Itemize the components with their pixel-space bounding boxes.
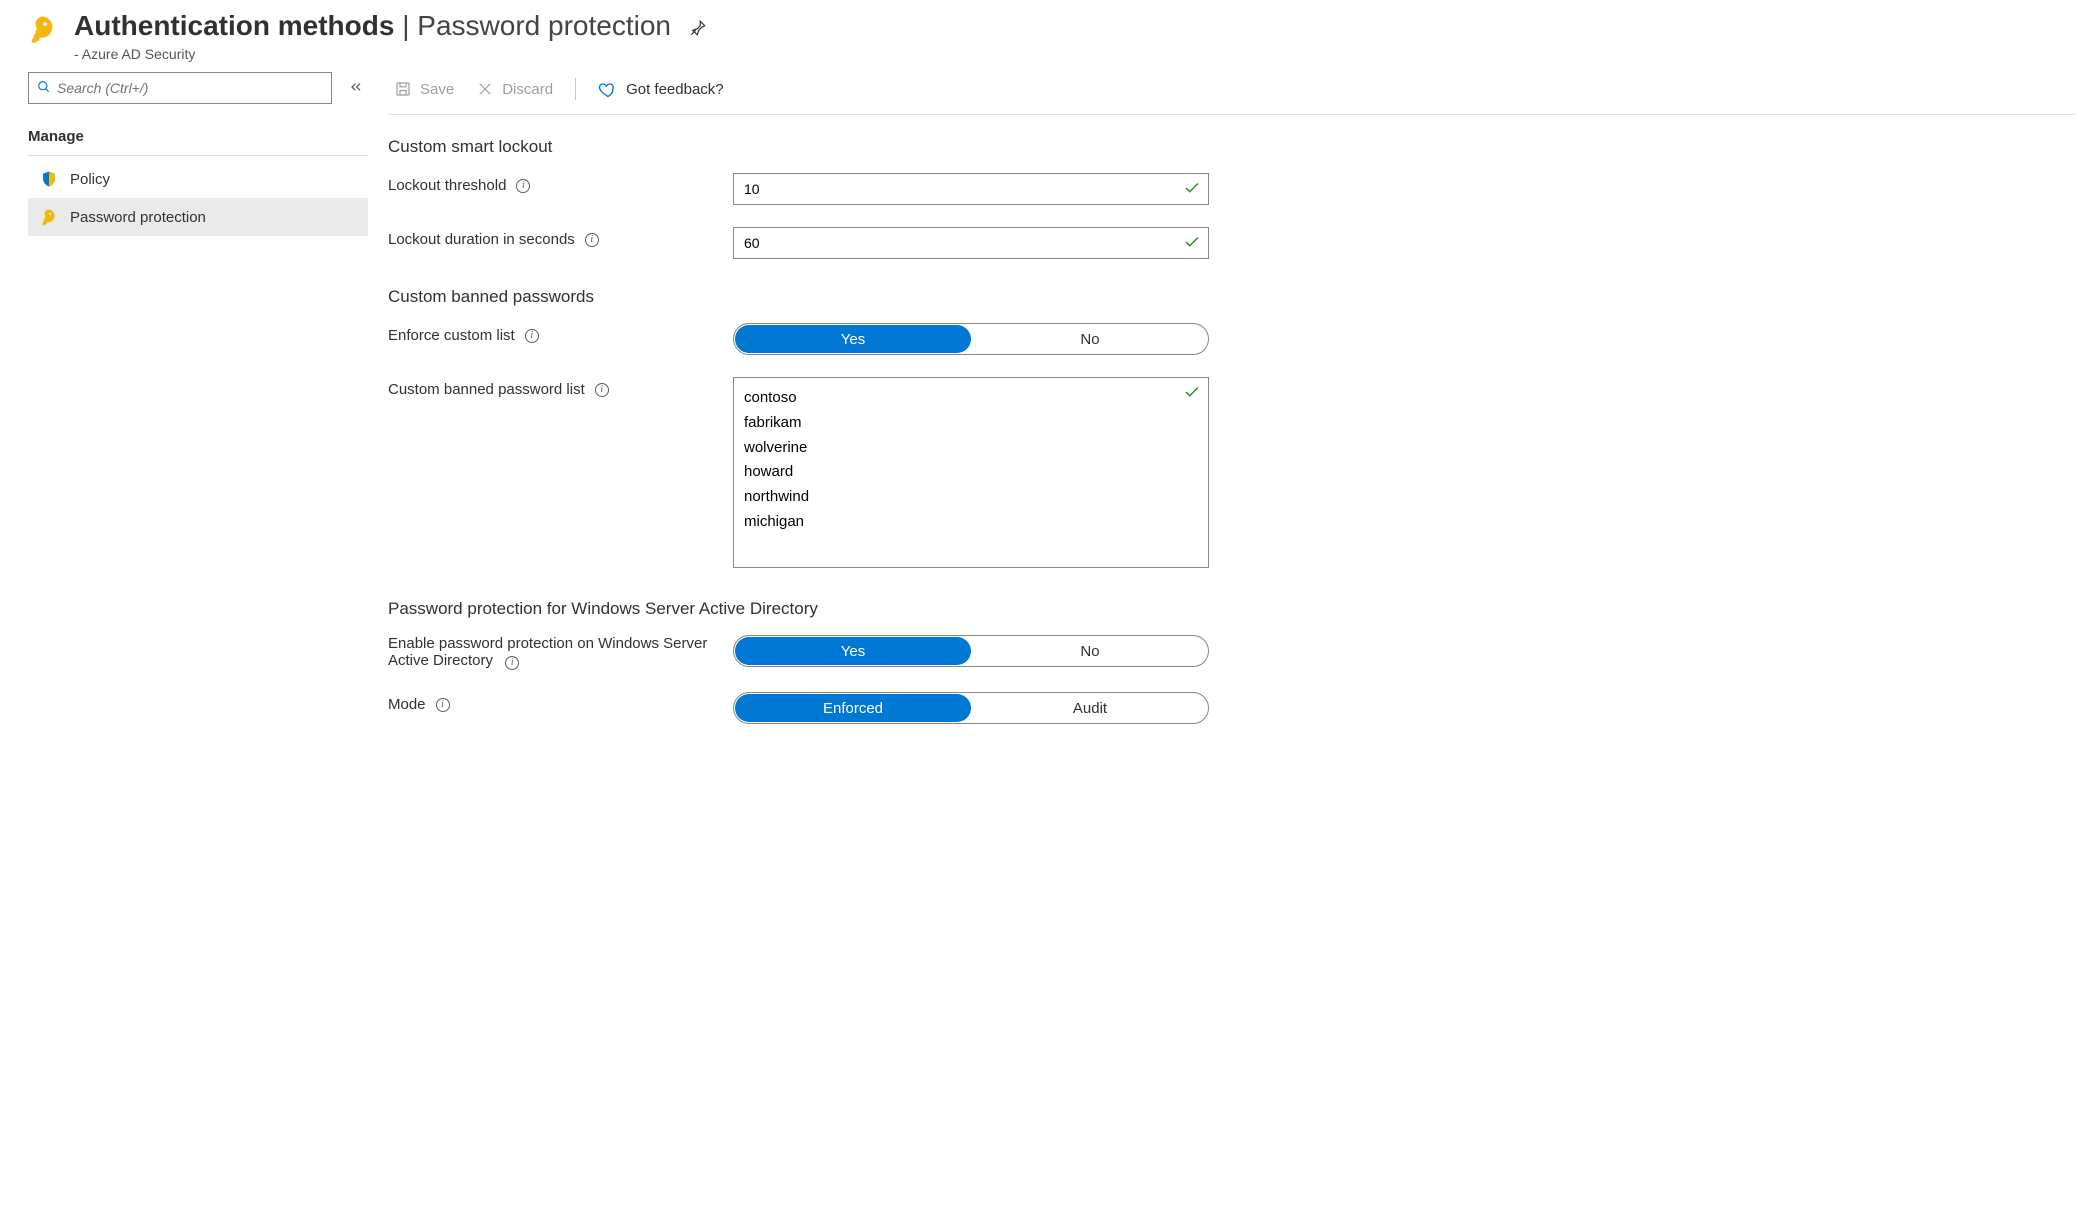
page-header: Authentication methods | Password protec…	[28, 10, 2076, 62]
banned-list-textarea[interactable]	[733, 377, 1209, 568]
feedback-button[interactable]: Got feedback?	[592, 79, 730, 99]
banned-list-label: Custom banned password list	[388, 381, 585, 398]
enforce-yes-option[interactable]: Yes	[735, 325, 971, 353]
enforce-list-label: Enforce custom list	[388, 327, 515, 344]
lockout-duration-input[interactable]	[733, 227, 1209, 259]
lockout-threshold-input[interactable]	[733, 173, 1209, 205]
lockout-threshold-label: Lockout threshold	[388, 177, 506, 194]
section-title-winserver: Password protection for Windows Server A…	[388, 599, 2076, 619]
enable-winserver-toggle[interactable]: Yes No	[733, 635, 1209, 667]
page-title-separator: |	[394, 10, 417, 41]
sidebar-collapse-button[interactable]	[344, 75, 368, 102]
section-title-lockout: Custom smart lockout	[388, 137, 2076, 157]
save-label: Save	[420, 81, 454, 98]
info-icon[interactable]	[436, 698, 450, 712]
policy-icon	[40, 170, 58, 188]
sidebar-item-password-protection[interactable]: Password protection	[28, 198, 368, 236]
page-subtitle: Password protection	[417, 10, 671, 41]
breadcrumb-subtext: - Azure AD Security	[74, 46, 2076, 62]
checkmark-icon	[1183, 179, 1201, 200]
sidebar-item-label: Password protection	[70, 209, 206, 226]
toolbar: Save Discard Got feedback?	[388, 72, 2076, 115]
enable-winserver-label: Enable password protection on Windows Se…	[388, 635, 707, 669]
discard-label: Discard	[502, 81, 553, 98]
lockout-duration-label: Lockout duration in seconds	[388, 231, 575, 248]
sidebar-item-policy[interactable]: Policy	[28, 160, 368, 198]
enforce-no-option[interactable]: No	[972, 324, 1208, 354]
sidebar-section-manage: Manage	[28, 122, 368, 156]
mode-enforced-option[interactable]: Enforced	[735, 694, 971, 722]
pin-icon[interactable]	[689, 24, 707, 40]
mode-label: Mode	[388, 696, 426, 713]
checkmark-icon	[1183, 233, 1201, 254]
discard-button[interactable]: Discard	[470, 80, 559, 98]
mode-audit-option[interactable]: Audit	[972, 693, 1208, 723]
enable-yes-option[interactable]: Yes	[735, 637, 971, 665]
checkmark-icon	[1183, 383, 1201, 404]
save-button[interactable]: Save	[388, 80, 460, 98]
enforce-list-toggle[interactable]: Yes No	[733, 323, 1209, 355]
info-icon[interactable]	[505, 656, 519, 670]
enable-no-option[interactable]: No	[972, 636, 1208, 666]
page-title: Authentication methods	[74, 10, 394, 41]
sidebar: Manage Policy Password protection	[28, 72, 368, 236]
sidebar-item-label: Policy	[70, 171, 110, 188]
feedback-label: Got feedback?	[626, 81, 724, 98]
info-icon[interactable]	[525, 329, 539, 343]
info-icon[interactable]	[516, 179, 530, 193]
info-icon[interactable]	[585, 233, 599, 247]
search-input[interactable]	[57, 80, 323, 96]
section-title-banned: Custom banned passwords	[388, 287, 2076, 307]
toolbar-divider	[575, 78, 576, 100]
key-icon	[28, 14, 58, 47]
info-icon[interactable]	[595, 383, 609, 397]
main-content: Save Discard Got feedback? Custom smart …	[388, 72, 2076, 752]
search-box[interactable]	[28, 72, 332, 104]
key-small-icon	[40, 208, 58, 226]
mode-toggle[interactable]: Enforced Audit	[733, 692, 1209, 724]
search-icon	[37, 80, 51, 97]
